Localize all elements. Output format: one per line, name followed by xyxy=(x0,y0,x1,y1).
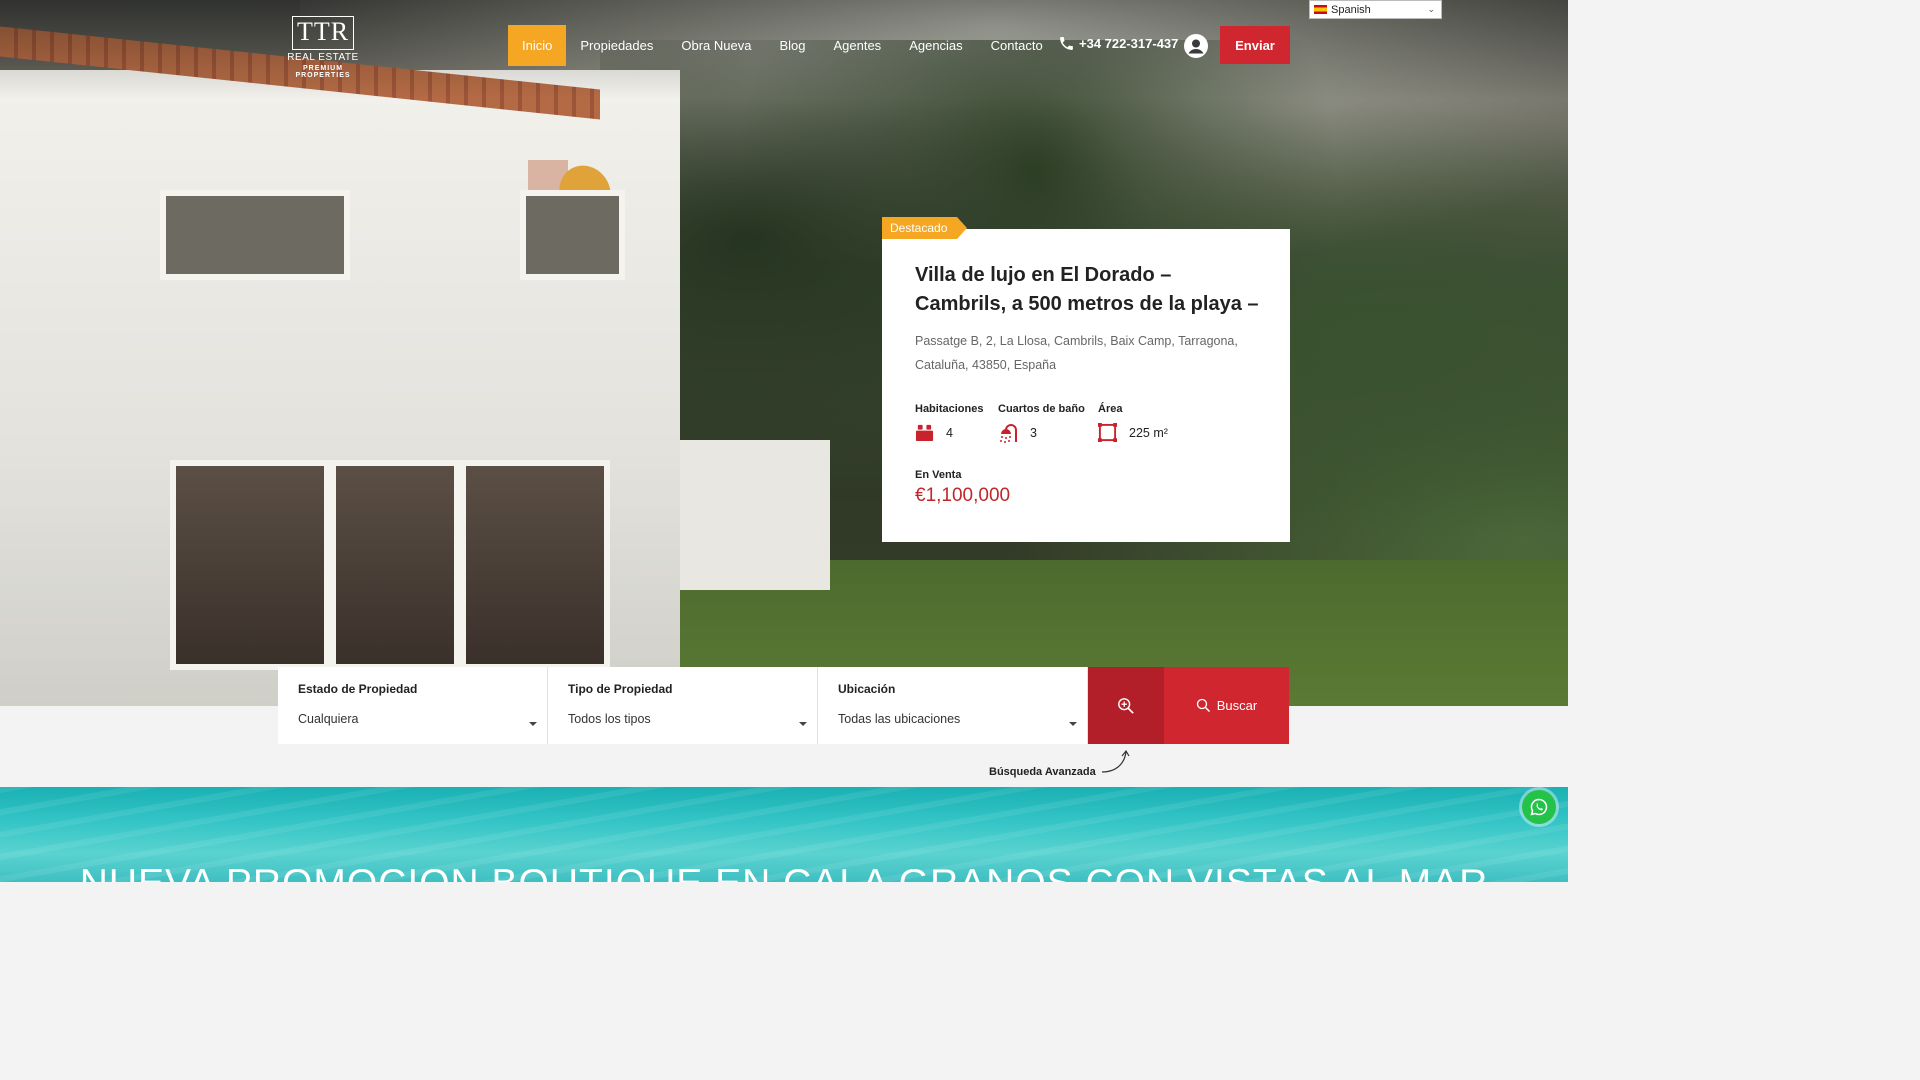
logo-line-2: PREMIUM PROPERTIES xyxy=(295,65,351,79)
nav-item-inicio[interactable]: Inicio xyxy=(508,25,567,66)
caret-down-icon xyxy=(799,722,807,726)
phone-icon xyxy=(1060,37,1073,50)
spec-area: Área 225 m² xyxy=(1098,403,1168,442)
advanced-search-button[interactable] xyxy=(1088,667,1164,744)
phone-link[interactable]: +34 722-317-437 xyxy=(1058,35,1178,52)
property-address: Passatge B, 2, La Llosa, Cambrils, Baix … xyxy=(915,334,1238,372)
field-value: Cualquiera xyxy=(298,712,359,726)
nav-item-agentes[interactable]: Agentes xyxy=(819,25,895,66)
property-title[interactable]: Villa de lujo en El Dorado – Cambrils, a… xyxy=(915,261,1265,319)
nav-item-contacto[interactable]: Contacto xyxy=(977,25,1057,66)
phone-number: +34 722-317-437 xyxy=(1079,36,1179,51)
search-button[interactable]: Buscar xyxy=(1164,667,1289,744)
curved-arrow-icon xyxy=(1101,749,1130,773)
language-select[interactable]: Spanish ⌄ xyxy=(1309,0,1442,19)
spain-flag-icon xyxy=(1314,5,1327,14)
field-value: Todas las ubicaciones xyxy=(838,712,961,726)
language-value: Spanish xyxy=(1331,3,1371,16)
nav-item-blog[interactable]: Blog xyxy=(765,25,819,66)
whatsapp-icon xyxy=(1530,798,1548,816)
spec-value: 225 m² xyxy=(1129,425,1168,440)
featured-badge: Destacado xyxy=(882,217,968,239)
chevron-down-icon: ⌄ xyxy=(1427,4,1435,14)
advanced-search-link[interactable]: Búsqueda Avanzada xyxy=(989,766,1096,778)
field-value: Todos los tipos xyxy=(568,712,651,726)
area-icon xyxy=(1098,423,1117,442)
nav-item-propiedades[interactable]: Propiedades xyxy=(566,25,667,66)
submit-property-button[interactable]: Enviar xyxy=(1220,26,1290,64)
site-logo[interactable]: TTR REAL ESTATE PREMIUM PROPERTIES xyxy=(278,16,368,79)
whatsapp-button[interactable] xyxy=(1522,790,1556,824)
promo-heading: NUEVA PROMOCION BOUTIQUE EN CALA GRANOS … xyxy=(0,862,1568,882)
spec-label: Área xyxy=(1098,403,1123,415)
main-nav: Inicio Propiedades Obra Nueva Blog Agent… xyxy=(508,25,1057,66)
spec-label: Cuartos de baño xyxy=(998,403,1085,415)
field-label: Estado de Propiedad xyxy=(298,682,418,696)
featured-property-card[interactable]: Villa de lujo en El Dorado – Cambrils, a… xyxy=(882,229,1290,542)
page: Spanish ⌄ TTR REAL ESTATE PREMIUM PROPER… xyxy=(0,0,1568,882)
logo-mark: TTR xyxy=(292,16,354,50)
type-select[interactable]: Tipo de Propiedad Todos los tipos xyxy=(548,667,818,744)
spec-bedrooms: Habitaciones 4 xyxy=(915,403,983,442)
zoom-in-icon xyxy=(1118,697,1134,714)
nav-item-obra-nueva[interactable]: Obra Nueva xyxy=(667,25,765,66)
field-label: Ubicación xyxy=(838,682,896,696)
search-button-label: Buscar xyxy=(1216,698,1258,713)
logo-line-1: REAL ESTATE xyxy=(287,52,359,63)
field-label: Tipo de Propiedad xyxy=(568,682,673,696)
spec-bathrooms: Cuartos de baño 3 xyxy=(998,403,1085,443)
nav-item-agencias[interactable]: Agencias xyxy=(895,25,976,66)
search-icon xyxy=(1196,698,1210,713)
caret-down-icon xyxy=(1069,722,1077,726)
shower-icon xyxy=(1000,424,1017,443)
spec-value: 3 xyxy=(1030,426,1037,440)
hero-image xyxy=(0,0,1568,706)
property-status: En Venta xyxy=(915,469,962,481)
user-account-icon[interactable] xyxy=(1184,34,1208,58)
spec-label: Habitaciones xyxy=(915,403,984,415)
property-price: €1,100,000 xyxy=(915,485,1011,506)
bed-icon xyxy=(915,424,934,442)
location-select[interactable]: Ubicación Todas las ubicaciones xyxy=(818,667,1088,744)
caret-down-icon xyxy=(529,722,537,726)
spec-value: 4 xyxy=(946,425,953,440)
status-select[interactable]: Estado de Propiedad Cualquiera xyxy=(278,667,548,744)
